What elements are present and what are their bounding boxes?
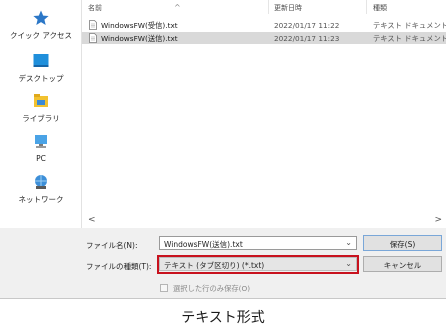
cancel-button[interactable]: キャンセル <box>363 256 442 272</box>
file-row-selected[interactable]: WindowsFW(送信).txt 2022/01/17 11:23 テキスト … <box>82 32 446 44</box>
checkbox-label: 選択した行のみ保存(O) <box>173 284 251 293</box>
checkbox[interactable] <box>160 284 168 292</box>
nav-item-library[interactable]: ライブラリ <box>0 93 82 131</box>
file-row[interactable]: WindowsFW(受信).txt 2022/01/17 11:22 テキスト … <box>82 19 446 31</box>
star-icon <box>33 10 49 25</box>
selected-rows-only-option[interactable]: 選択した行のみ保存(O) <box>160 284 250 294</box>
column-header: 名前 ^ 更新日時 種類 <box>82 0 446 14</box>
column-divider[interactable] <box>268 0 269 14</box>
filename-label: ファイル名(N): <box>86 241 138 250</box>
file-type: テキスト ドキュメント <box>373 21 446 30</box>
save-button[interactable]: 保存(S) <box>363 235 442 251</box>
column-divider[interactable] <box>366 0 367 14</box>
column-name-header[interactable]: 名前 <box>88 3 102 13</box>
column-type-header[interactable]: 種類 <box>373 3 387 13</box>
desktop-icon <box>33 54 49 67</box>
file-type: テキスト ドキュメント <box>373 34 446 43</box>
text-file-icon <box>89 33 97 43</box>
nav-item-pc[interactable]: PC <box>0 134 82 172</box>
file-list: 名前 ^ 更新日時 種類 WindowsFW(受信).txt 2022/01/1… <box>82 0 446 228</box>
scroll-left-icon[interactable]: < <box>88 215 96 225</box>
sort-ascending-icon: ^ <box>174 3 181 12</box>
library-icon <box>34 94 48 107</box>
navigation-pane: クイック アクセス デスクトップ ライブラリ PC ネットワーク <box>0 0 82 228</box>
filetype-label: ファイルの種類(T): <box>86 262 152 271</box>
chevron-down-icon[interactable]: ⌄ <box>345 238 352 247</box>
file-name: WindowsFW(受信).txt <box>101 21 178 30</box>
nav-label: クイック アクセス <box>9 31 72 40</box>
pc-icon <box>35 135 47 148</box>
file-name: WindowsFW(送信).txt <box>101 34 178 43</box>
nav-label: PC <box>36 154 46 163</box>
column-date-header[interactable]: 更新日時 <box>274 3 302 13</box>
figure-caption: テキスト形式 <box>181 310 265 326</box>
filename-input[interactable]: WindowsFW(送信).txt ⌄ <box>159 236 357 250</box>
highlight-box <box>157 255 359 274</box>
nav-label: デスクトップ <box>18 74 64 83</box>
horizontal-scrollbar[interactable]: < > <box>82 214 446 228</box>
nav-item-desktop[interactable]: デスクトップ <box>0 53 82 91</box>
network-icon <box>35 175 47 189</box>
scroll-right-icon[interactable]: > <box>434 215 442 225</box>
save-dialog: クイック アクセス デスクトップ ライブラリ PC ネットワーク 名前 ^ 更新… <box>0 0 446 299</box>
file-date: 2022/01/17 11:22 <box>274 21 340 30</box>
nav-label: ネットワーク <box>18 195 64 204</box>
file-date: 2022/01/17 11:23 <box>274 34 340 43</box>
text-file-icon <box>89 20 97 30</box>
nav-item-quick-access[interactable]: クイック アクセス <box>0 10 82 48</box>
filename-value: WindowsFW(送信).txt <box>164 240 243 249</box>
nav-label: ライブラリ <box>22 114 60 123</box>
nav-item-network[interactable]: ネットワーク <box>0 174 82 212</box>
